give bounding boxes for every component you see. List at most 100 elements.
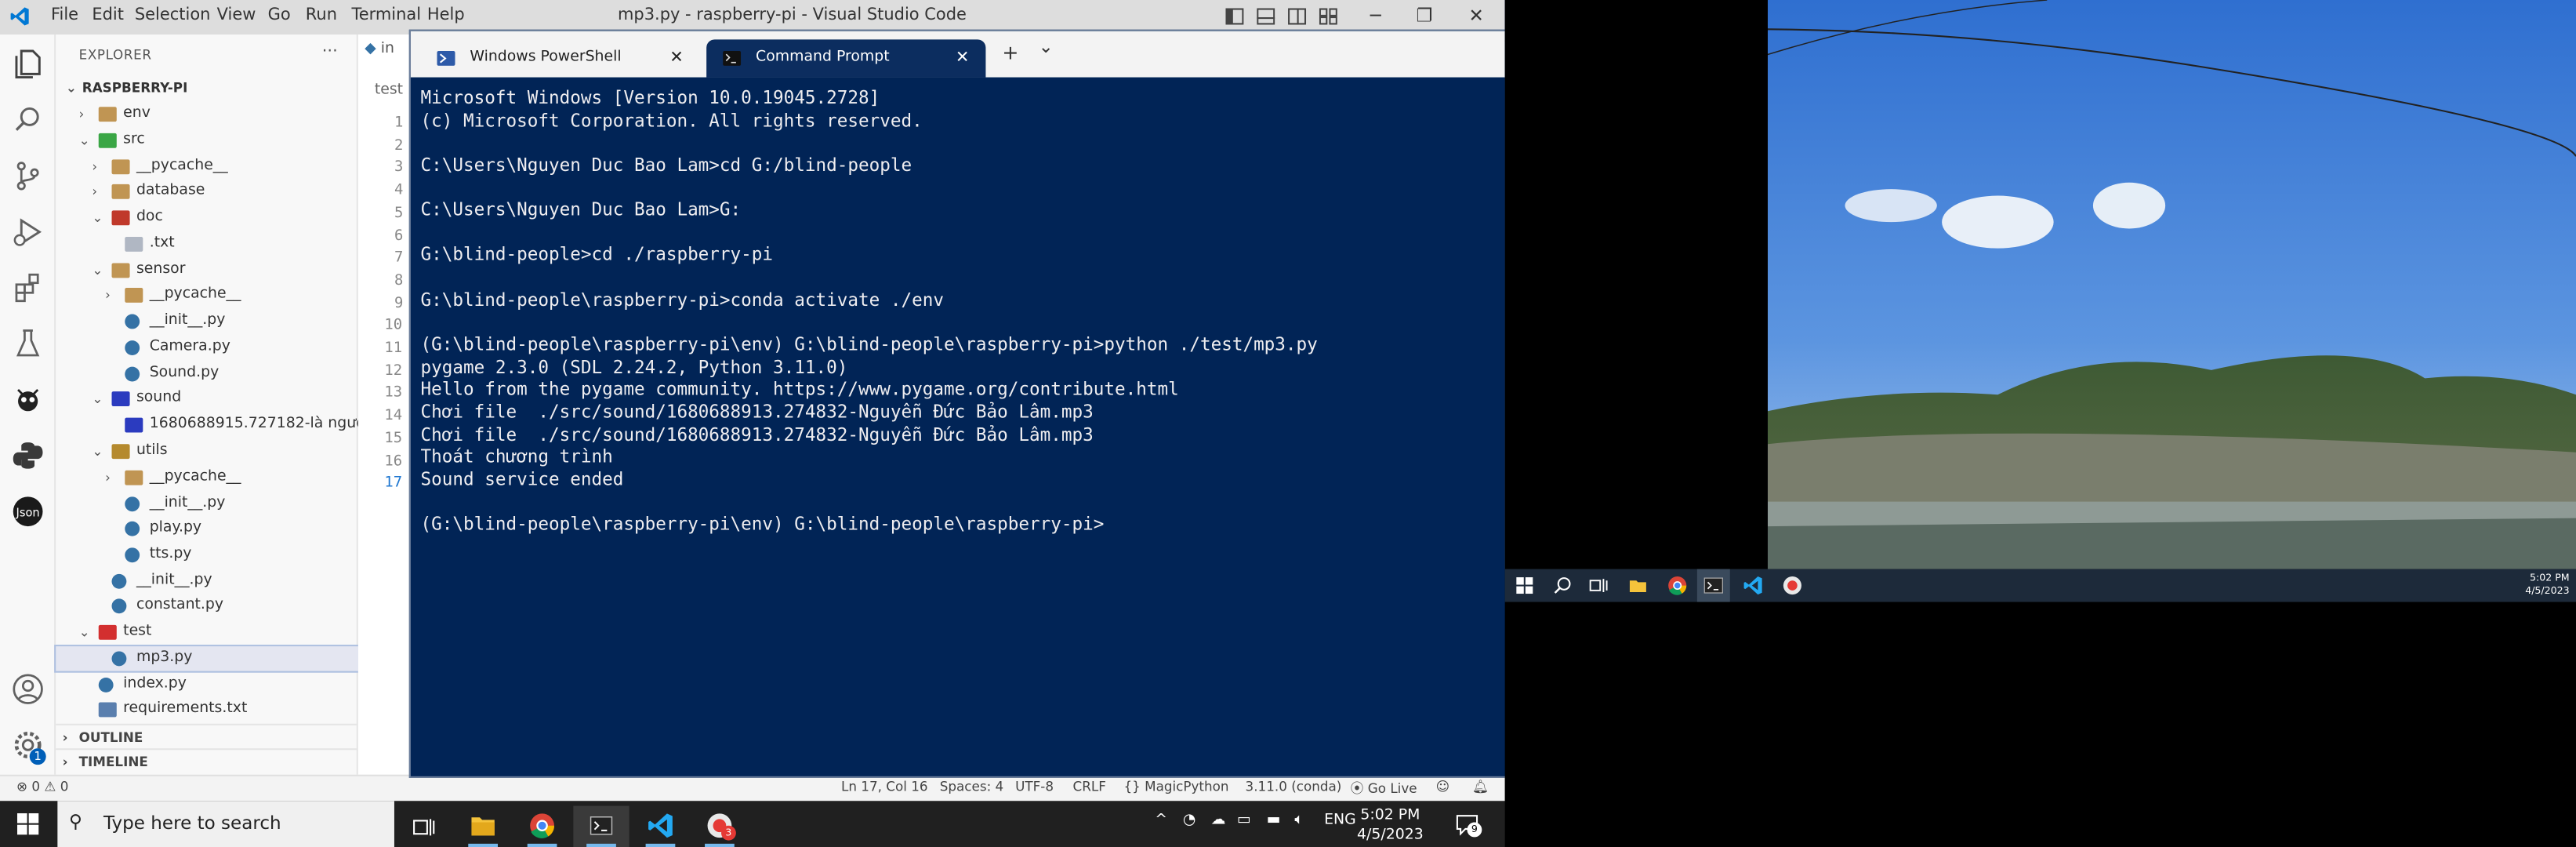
right-clock[interactable]: 5:02 PM 4/5/2023 <box>2525 573 2569 599</box>
toggle-secondary-sidebar-icon[interactable] <box>1288 8 1307 25</box>
tree-item[interactable]: __init__.py <box>56 569 358 594</box>
chevron-right-icon[interactable]: › <box>92 154 105 179</box>
tree-item[interactable]: __init__.py <box>56 309 358 333</box>
python-icon[interactable] <box>12 439 45 472</box>
restore-icon[interactable]: ❐ <box>1416 5 1432 26</box>
minimize-icon[interactable]: ─ <box>1370 5 1381 26</box>
new-tab-button[interactable]: + <box>1002 41 1018 64</box>
taskbar-chrome[interactable] <box>514 806 570 847</box>
tree-item[interactable]: play.py <box>56 516 358 540</box>
editor-tab[interactable]: ◆ in <box>365 41 394 57</box>
menu-file[interactable]: File <box>51 6 78 24</box>
extensions-icon[interactable] <box>12 271 45 304</box>
network-icon[interactable]: ▭ <box>1237 812 1251 829</box>
menu-run[interactable]: Run <box>306 6 337 24</box>
show-hidden-icons-icon[interactable]: ^ <box>1155 812 1167 829</box>
menu-selection[interactable]: Selection <box>135 6 211 24</box>
chevron-right-icon[interactable]: › <box>79 102 93 126</box>
app-icon[interactable] <box>1783 576 1802 595</box>
menu-edit[interactable]: Edit <box>92 6 124 24</box>
chevron-down-icon[interactable]: ⌄ <box>92 205 105 230</box>
task-view-icon[interactable] <box>1589 576 1609 595</box>
eol-status[interactable]: CRLF <box>1072 780 1105 794</box>
run-debug-icon[interactable] <box>12 216 45 249</box>
tray-app-icon[interactable]: ◔ <box>1183 812 1195 829</box>
chevron-right-icon[interactable]: › <box>92 180 105 204</box>
chevron-down-icon[interactable]: ⌄ <box>66 75 79 100</box>
toggle-panel-icon[interactable] <box>1257 8 1275 25</box>
chevron-down-icon[interactable]: ⌄ <box>79 620 93 645</box>
tab-close-icon[interactable]: ✕ <box>956 39 970 77</box>
outline-section[interactable]: › OUTLINE <box>56 723 358 748</box>
close-icon[interactable]: ✕ <box>1469 5 1484 26</box>
tree-item[interactable]: __init__.py <box>56 492 358 516</box>
json-icon[interactable]: Json <box>12 495 45 528</box>
clock[interactable]: 5:02 PM 4/5/2023 <box>1357 806 1424 845</box>
chrome-icon[interactable] <box>1667 576 1687 595</box>
more-actions-icon[interactable]: ··· <box>322 43 338 61</box>
alien-extension-icon[interactable] <box>12 384 45 416</box>
tree-item[interactable]: Camera.py <box>56 336 358 360</box>
tree-item[interactable]: tts.py <box>56 543 358 567</box>
menu-terminal[interactable]: Terminal <box>351 6 421 24</box>
taskbar-file-explorer[interactable] <box>455 806 511 847</box>
explorer-icon[interactable] <box>12 48 45 81</box>
menu-go[interactable]: Go <box>268 6 291 24</box>
start-icon[interactable] <box>16 812 39 835</box>
tree-item[interactable]: ⌄ src <box>56 129 358 153</box>
indent-status[interactable]: Spaces: 4 <box>940 780 1003 794</box>
customize-layout-icon[interactable] <box>1319 8 1337 25</box>
breadcrumb[interactable]: test <box>375 82 403 99</box>
tab-dropdown-icon[interactable]: ⌄ <box>1038 36 1053 57</box>
tree-item[interactable]: index.py <box>56 673 358 697</box>
tree-item[interactable]: 1680688915.727182-là người ... <box>56 413 358 437</box>
tree-item[interactable]: › __pycache__ <box>56 283 358 307</box>
timeline-section[interactable]: › TIMELINE <box>56 748 358 772</box>
volume-icon[interactable]: 🔈︎ <box>1294 812 1303 829</box>
tree-item[interactable]: › env <box>56 102 358 126</box>
tree-item[interactable]: Sound.py <box>56 362 358 386</box>
tree-item[interactable]: ⌄ sound <box>56 387 358 411</box>
problems-status[interactable]: ⊗ 0 ⚠ 0 <box>16 780 68 794</box>
language-indicator[interactable]: ENG <box>1324 812 1356 829</box>
search-icon[interactable] <box>1552 576 1572 595</box>
vscode-icon[interactable] <box>1743 576 1763 595</box>
chevron-down-icon[interactable]: ⌄ <box>92 258 105 282</box>
tree-item[interactable]: › __pycache__ <box>56 154 358 179</box>
taskbar-app[interactable]: 3 <box>691 806 747 847</box>
battery-icon[interactable]: ▬ <box>1267 812 1281 829</box>
chevron-down-icon[interactable]: ⌄ <box>92 387 105 411</box>
search-icon[interactable] <box>12 104 45 136</box>
tree-item[interactable]: ⌄ test <box>56 620 358 645</box>
source-control-icon[interactable] <box>12 159 45 192</box>
file-explorer-icon[interactable] <box>1628 576 1648 595</box>
notifications-bell-icon[interactable]: 🔔︎ <box>1472 780 1489 794</box>
testing-icon[interactable] <box>12 327 45 360</box>
tab-command-prompt[interactable]: Command Prompt ✕ <box>706 39 986 78</box>
interpreter-status[interactable]: 3.11.0 (conda) <box>1246 780 1342 794</box>
tree-item[interactable]: ⌄ sensor <box>56 258 358 282</box>
taskbar-search-box[interactable]: ⚲ Type here to search <box>57 801 394 847</box>
menu-view[interactable]: View <box>217 6 256 24</box>
chevron-right-icon[interactable]: › <box>105 465 118 489</box>
task-view-button[interactable] <box>396 806 452 847</box>
chevron-down-icon[interactable]: ⌄ <box>79 129 93 153</box>
tree-item[interactable]: ⌄ doc <box>56 205 358 230</box>
language-status[interactable]: {} MagicPython <box>1123 780 1228 794</box>
tree-item[interactable]: .txt <box>56 232 358 256</box>
tab-powershell[interactable]: Windows PowerShell ✕ <box>420 39 699 77</box>
feedback-icon[interactable]: ☺ <box>1436 780 1449 794</box>
tree-item[interactable]: ⌄ utils <box>56 439 358 463</box>
tree-item[interactable]: requirements.txt <box>56 697 358 722</box>
tree-item[interactable]: › database <box>56 180 358 204</box>
tree-item[interactable]: constant.py <box>56 594 358 618</box>
start-icon[interactable] <box>1515 576 1534 595</box>
chevron-right-icon[interactable]: › <box>105 283 118 307</box>
tree-item[interactable]: mp3.py <box>54 645 360 673</box>
chevron-down-icon[interactable]: ⌄ <box>92 439 105 463</box>
cursor-position-status[interactable]: Ln 17, Col 16 <box>841 780 928 794</box>
tab-close-icon[interactable]: ✕ <box>669 39 684 77</box>
explorer-root[interactable]: ⌄ RASPBERRY-PI <box>56 75 358 100</box>
taskbar-vscode[interactable] <box>633 806 688 847</box>
account-icon[interactable] <box>12 673 45 706</box>
